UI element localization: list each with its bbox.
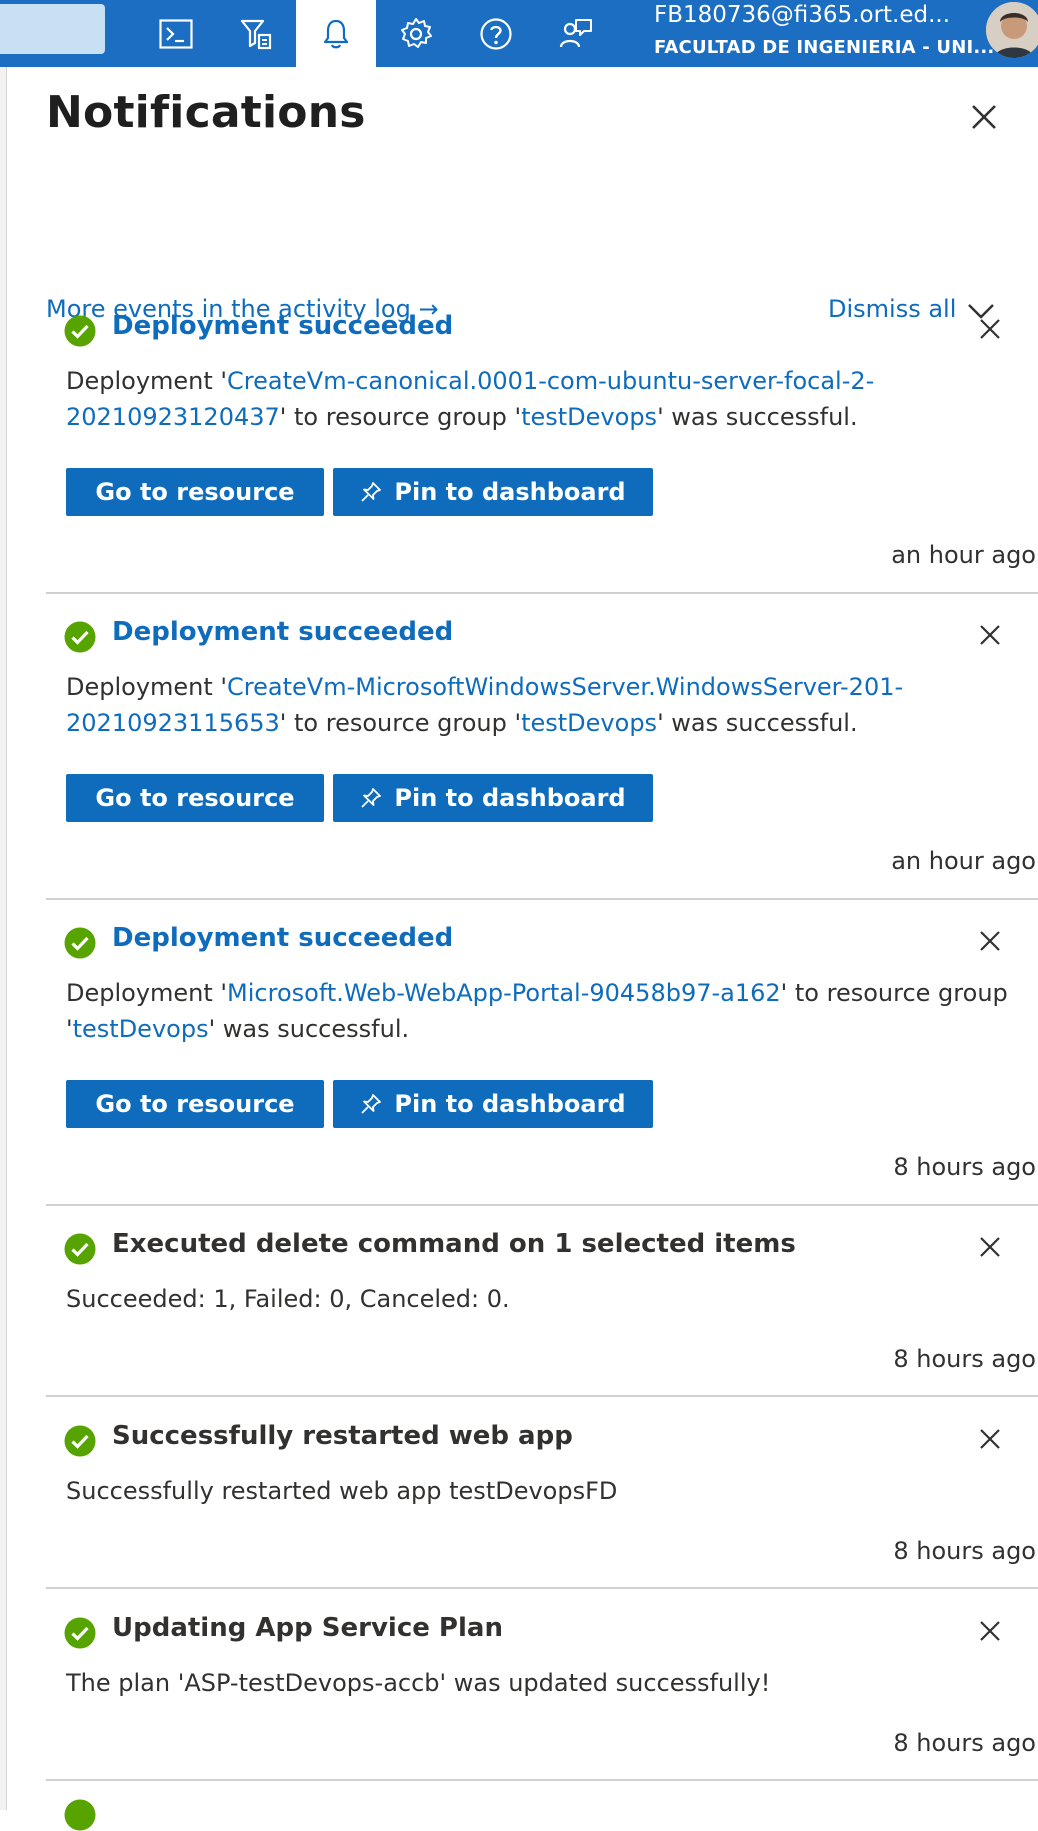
message-text: ' was successful. — [208, 1015, 410, 1043]
message-text: ' to resource group ' — [279, 403, 522, 431]
cloud-shell-icon[interactable] — [136, 0, 216, 67]
notification-time: 8 hours ago — [893, 1537, 1036, 1565]
top-bar: FB180736@fi365.ort.ed... FACULTAD DE ING… — [0, 0, 1038, 67]
pin-icon — [361, 482, 382, 502]
resource-group-link[interactable]: testDevops — [521, 709, 657, 737]
close-icon[interactable] — [966, 99, 1002, 135]
close-icon[interactable] — [976, 1233, 1004, 1261]
notification-card: Updating App Service Plan The plan 'ASP-… — [46, 1605, 1038, 1781]
notification-message: Deployment 'CreateVm-MicrosoftWindowsSer… — [66, 669, 1026, 741]
notification-message: The plan 'ASP-testDevops-accb' was updat… — [66, 1669, 771, 1697]
notification-message: Deployment 'CreateVm-canonical.0001-com-… — [66, 363, 1026, 435]
success-check-icon — [64, 1425, 96, 1457]
message-text: ' was successful. — [657, 709, 858, 737]
pin-label: Pin to dashboard — [394, 784, 626, 812]
notification-card: Deployment succeeded Deployment 'CreateV… — [46, 303, 1038, 594]
success-check-icon — [64, 621, 96, 653]
avatar[interactable] — [986, 2, 1038, 58]
notification-card: Deployment succeeded Deployment 'Microso… — [46, 915, 1038, 1206]
close-icon[interactable] — [976, 1617, 1004, 1645]
pin-to-dashboard-button[interactable]: Pin to dashboard — [333, 774, 653, 822]
message-text: Deployment ' — [66, 367, 228, 395]
feedback-icon[interactable] — [536, 0, 616, 67]
close-icon[interactable] — [976, 315, 1004, 343]
notification-time: 8 hours ago — [893, 1153, 1036, 1181]
notification-card: Executed delete command on 1 selected it… — [46, 1221, 1038, 1397]
pin-label: Pin to dashboard — [394, 1090, 626, 1118]
account-org: FACULTAD DE INGENIERIA - UNI... — [654, 37, 995, 58]
notification-time: 8 hours ago — [893, 1729, 1036, 1757]
gear-icon[interactable] — [376, 0, 456, 67]
pin-label: Pin to dashboard — [394, 478, 626, 506]
notification-card: Successfully restarted web app Successfu… — [46, 1413, 1038, 1589]
message-text: ' was successful. — [657, 403, 858, 431]
notification-title[interactable]: Deployment succeeded — [112, 923, 453, 953]
close-icon[interactable] — [976, 621, 1004, 649]
help-icon[interactable] — [456, 0, 536, 67]
notification-message: Succeeded: 1, Failed: 0, Canceled: 0. — [66, 1285, 510, 1313]
account-name: FB180736@fi365.ort.ed... — [654, 2, 951, 28]
background-page — [0, 67, 7, 1810]
notifications-panel: Notifications More events in the activit… — [8, 67, 1038, 1831]
go-to-resource-button[interactable]: Go to resource — [66, 1080, 324, 1128]
deployment-link[interactable]: Microsoft.Web-WebApp-Portal-90458b97-a16… — [227, 979, 781, 1007]
notification-time: an hour ago — [891, 541, 1036, 569]
page-title: Notifications — [46, 87, 366, 138]
go-to-resource-button[interactable]: Go to resource — [66, 468, 324, 516]
pin-icon — [361, 1094, 382, 1114]
close-icon[interactable] — [976, 927, 1004, 955]
success-check-icon — [64, 1617, 96, 1649]
resource-group-link[interactable]: testDevops — [73, 1015, 209, 1043]
notification-title[interactable]: Deployment succeeded — [112, 617, 453, 647]
directory-filter-icon[interactable] — [216, 0, 296, 67]
message-text: Deployment ' — [66, 979, 228, 1007]
success-check-icon — [64, 315, 96, 347]
search-box[interactable] — [0, 4, 105, 54]
notification-card: Deployment succeeded Deployment 'CreateV… — [46, 609, 1038, 900]
success-check-icon — [64, 1799, 96, 1831]
notification-title: Updating App Service Plan — [112, 1613, 503, 1643]
message-text: Deployment ' — [66, 673, 228, 701]
success-check-icon — [64, 1233, 96, 1265]
message-text: ' to resource group ' — [279, 709, 522, 737]
notification-time: an hour ago — [891, 847, 1036, 875]
notification-title: Executed delete command on 1 selected it… — [112, 1229, 796, 1259]
notification-time: 8 hours ago — [893, 1345, 1036, 1373]
pin-icon — [361, 788, 382, 808]
pin-to-dashboard-button[interactable]: Pin to dashboard — [333, 468, 653, 516]
success-check-icon — [64, 927, 96, 959]
notification-message: Deployment 'Microsoft.Web-WebApp-Portal-… — [66, 975, 1026, 1047]
account-info[interactable]: FB180736@fi365.ort.ed... FACULTAD DE ING… — [654, 0, 994, 67]
notification-title: Successfully restarted web app — [112, 1421, 573, 1451]
pin-to-dashboard-button[interactable]: Pin to dashboard — [333, 1080, 653, 1128]
notification-message: Successfully restarted web app testDevop… — [66, 1477, 618, 1505]
go-to-resource-button[interactable]: Go to resource — [66, 774, 324, 822]
notification-title[interactable]: Deployment succeeded — [112, 311, 453, 341]
close-icon[interactable] — [976, 1425, 1004, 1453]
resource-group-link[interactable]: testDevops — [521, 403, 657, 431]
bell-icon[interactable] — [296, 0, 376, 67]
